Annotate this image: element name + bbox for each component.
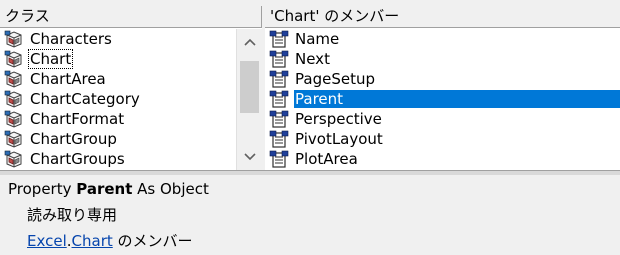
classes-list[interactable]: Characters Chart ChartArea ChartCategory Cha… <box>0 29 236 170</box>
class-list-item[interactable]: Characters <box>0 29 236 49</box>
class-item-label: ChartFormat <box>30 110 125 128</box>
members-list[interactable]: Name Next PageSetup Parent Perspective PivotL… <box>265 29 620 170</box>
member-item-label: Perspective <box>295 110 382 128</box>
class-module-icon <box>4 110 24 128</box>
signature-suffix: As Object <box>132 180 209 198</box>
class-module-icon <box>4 130 24 148</box>
member-of-line: Excel.Chart のメンバー <box>27 230 193 251</box>
readonly-note: 読み取り専用 <box>27 206 118 224</box>
class-list-item[interactable]: Chart <box>0 49 236 69</box>
member-list-item[interactable]: PivotLayout <box>265 129 620 149</box>
scroll-down-button[interactable] <box>237 146 263 168</box>
class-item-label: ChartGroup <box>30 130 117 148</box>
member-item-label: PlotArea <box>295 150 358 168</box>
property-icon <box>269 50 289 68</box>
classes-header: クラス <box>0 6 262 28</box>
class-list-item[interactable]: ChartGroups <box>0 149 236 169</box>
member-of-text: のメンバー <box>112 232 193 250</box>
chevron-up-icon <box>244 38 256 46</box>
class-list-item[interactable]: ChartCategory <box>0 89 236 109</box>
class-module-icon <box>4 50 24 68</box>
classes-pane: クラス Characters Chart ChartArea ChartCategor… <box>0 6 262 170</box>
member-item-label: Next <box>295 50 330 68</box>
details-pane: Property Parent As Object 読み取り専用 Excel.C… <box>0 175 620 255</box>
class-module-icon <box>4 70 24 88</box>
class-list-item[interactable]: ChartFormat <box>0 109 236 129</box>
class-item-label: Characters <box>30 30 112 48</box>
member-item-label: PageSetup <box>295 70 375 88</box>
member-list-item[interactable]: PageSetup <box>265 69 620 89</box>
member-list-item[interactable]: PlotArea <box>265 149 620 169</box>
member-item-label: Name <box>295 30 340 48</box>
signature-prefix: Property <box>8 180 77 198</box>
scroll-thumb[interactable] <box>240 61 259 113</box>
class-list-item[interactable]: ChartArea <box>0 69 236 89</box>
class-list-item[interactable]: ChartGroup <box>0 129 236 149</box>
member-list-item[interactable]: Next <box>265 49 620 69</box>
class-module-icon <box>4 90 24 108</box>
member-list-item[interactable]: Perspective <box>265 109 620 129</box>
member-signature: Property Parent As Object <box>8 180 209 198</box>
class-item-label: ChartCategory <box>30 90 140 108</box>
class-module-icon <box>4 150 24 168</box>
members-header: 'Chart' のメンバー <box>265 6 620 28</box>
property-icon <box>269 70 289 88</box>
class-item-label: ChartGroups <box>30 150 125 168</box>
class-module-icon <box>4 30 24 48</box>
classes-scrollbar[interactable] <box>236 29 262 170</box>
property-icon <box>269 130 289 148</box>
property-icon <box>269 90 289 108</box>
chevron-down-icon <box>244 153 256 161</box>
scroll-up-button[interactable] <box>237 31 263 53</box>
library-link[interactable]: Excel <box>27 232 67 250</box>
class-item-label: Chart <box>27 49 74 69</box>
member-list-item[interactable]: Parent <box>265 89 620 109</box>
property-icon <box>269 150 289 168</box>
member-list-item[interactable]: Name <box>265 29 620 49</box>
class-link[interactable]: Chart <box>72 232 113 250</box>
signature-member-name: Parent <box>76 180 133 198</box>
member-item-label: PivotLayout <box>295 130 383 148</box>
class-item-label: ChartArea <box>30 70 106 88</box>
property-icon <box>269 30 289 48</box>
members-pane: 'Chart' のメンバー Name Next PageSetup Parent Per… <box>265 6 620 170</box>
property-icon <box>269 110 289 128</box>
member-item-label: Parent <box>294 90 620 108</box>
